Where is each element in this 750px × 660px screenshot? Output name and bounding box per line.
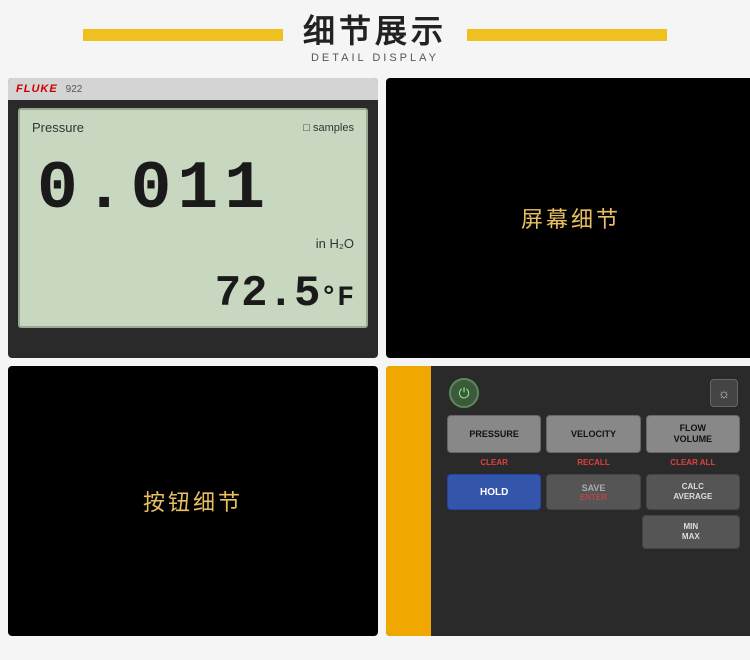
power-button[interactable]: ⏻: [449, 378, 479, 408]
lcd-top-bar: FLUKE 922: [8, 78, 378, 100]
samples-text: samples: [313, 122, 354, 134]
panel-lcd: FLUKE 922 Pressure □ samples 0.011 in H₂…: [8, 78, 378, 358]
lcd-samples: □ samples: [303, 122, 354, 134]
lcd-top-row: Pressure □ samples: [32, 120, 354, 135]
header-title-en: DETAIL DISPLAY: [303, 52, 447, 64]
keypad-yellow-strip: [386, 366, 431, 636]
header-bar-left: [83, 29, 283, 41]
header: 细节展示 DETAIL DISPLAY: [0, 0, 750, 70]
panel-keypad: ⏻ ☼ PRESSURE VELOCITY FLOWVOLUME: [386, 366, 750, 636]
enter-label: ENTER: [580, 493, 607, 502]
pressure-label: PRESSURE: [469, 429, 519, 440]
empty-slot-1: [447, 515, 539, 549]
empty-slot-2: [544, 515, 636, 549]
save-label: SAVE: [582, 483, 606, 493]
keypad-icons-row: ⏻ ☼: [439, 376, 748, 410]
backlight-icon: ☼: [718, 385, 731, 401]
flow-volume-label: FLOWVOLUME: [674, 423, 713, 445]
label-row-1: CLEAR RECALL CLEAR ALL: [439, 458, 748, 469]
calc-average-button[interactable]: CALCAVERAGE: [646, 474, 740, 510]
lcd-sub-value: 72.5°F: [32, 272, 354, 316]
samples-icon: □: [303, 122, 310, 134]
power-icon: ⏻: [458, 385, 469, 402]
screen-detail-text: 屏幕细节: [521, 202, 621, 234]
lcd-screen: Pressure □ samples 0.011 in H₂O 72.5°F: [18, 108, 368, 328]
velocity-label: VELOCITY: [571, 429, 616, 440]
lcd-label-pressure: Pressure: [32, 120, 84, 135]
lcd-main-value: 0.011: [32, 156, 354, 224]
hold-label: HOLD: [480, 487, 508, 498]
clear-label: CLEAR: [447, 458, 541, 467]
btn-row-2: HOLD SAVE ENTER CALCAVERAGE: [439, 474, 748, 510]
main-grid: FLUKE 922 Pressure □ samples 0.011 in H₂…: [0, 70, 750, 660]
lcd-logo: FLUKE: [16, 83, 58, 95]
btn-row-1: PRESSURE VELOCITY FLOWVOLUME: [439, 415, 748, 453]
lcd-unit: in H₂O: [32, 236, 354, 251]
header-title-block: 细节展示 DETAIL DISPLAY: [283, 6, 467, 64]
backlight-button[interactable]: ☼: [710, 379, 738, 407]
calc-average-label: CALCAVERAGE: [673, 482, 712, 501]
flow-volume-button[interactable]: FLOWVOLUME: [646, 415, 740, 453]
btn-detail-text: 按钮细节: [143, 485, 243, 517]
clear-all-label: CLEAR ALL: [646, 458, 740, 467]
recall-label: RECALL: [546, 458, 640, 467]
btn-row-3: MINMAX: [439, 515, 748, 549]
save-enter-button[interactable]: SAVE ENTER: [546, 474, 640, 510]
header-title-cn: 细节展示: [303, 6, 447, 52]
keypad-content: ⏻ ☼ PRESSURE VELOCITY FLOWVOLUME: [439, 376, 748, 628]
pressure-button[interactable]: PRESSURE: [447, 415, 541, 453]
hold-button[interactable]: HOLD: [447, 474, 541, 510]
panel-screen-detail: 屏幕细节: [386, 78, 750, 358]
panel-btn-detail: 按钮细节: [8, 366, 378, 636]
velocity-button[interactable]: VELOCITY: [546, 415, 640, 453]
lcd-model: 922: [66, 84, 83, 95]
min-max-label: MINMAX: [682, 522, 700, 541]
header-bar-right: [467, 29, 667, 41]
min-max-button[interactable]: MINMAX: [642, 515, 740, 549]
